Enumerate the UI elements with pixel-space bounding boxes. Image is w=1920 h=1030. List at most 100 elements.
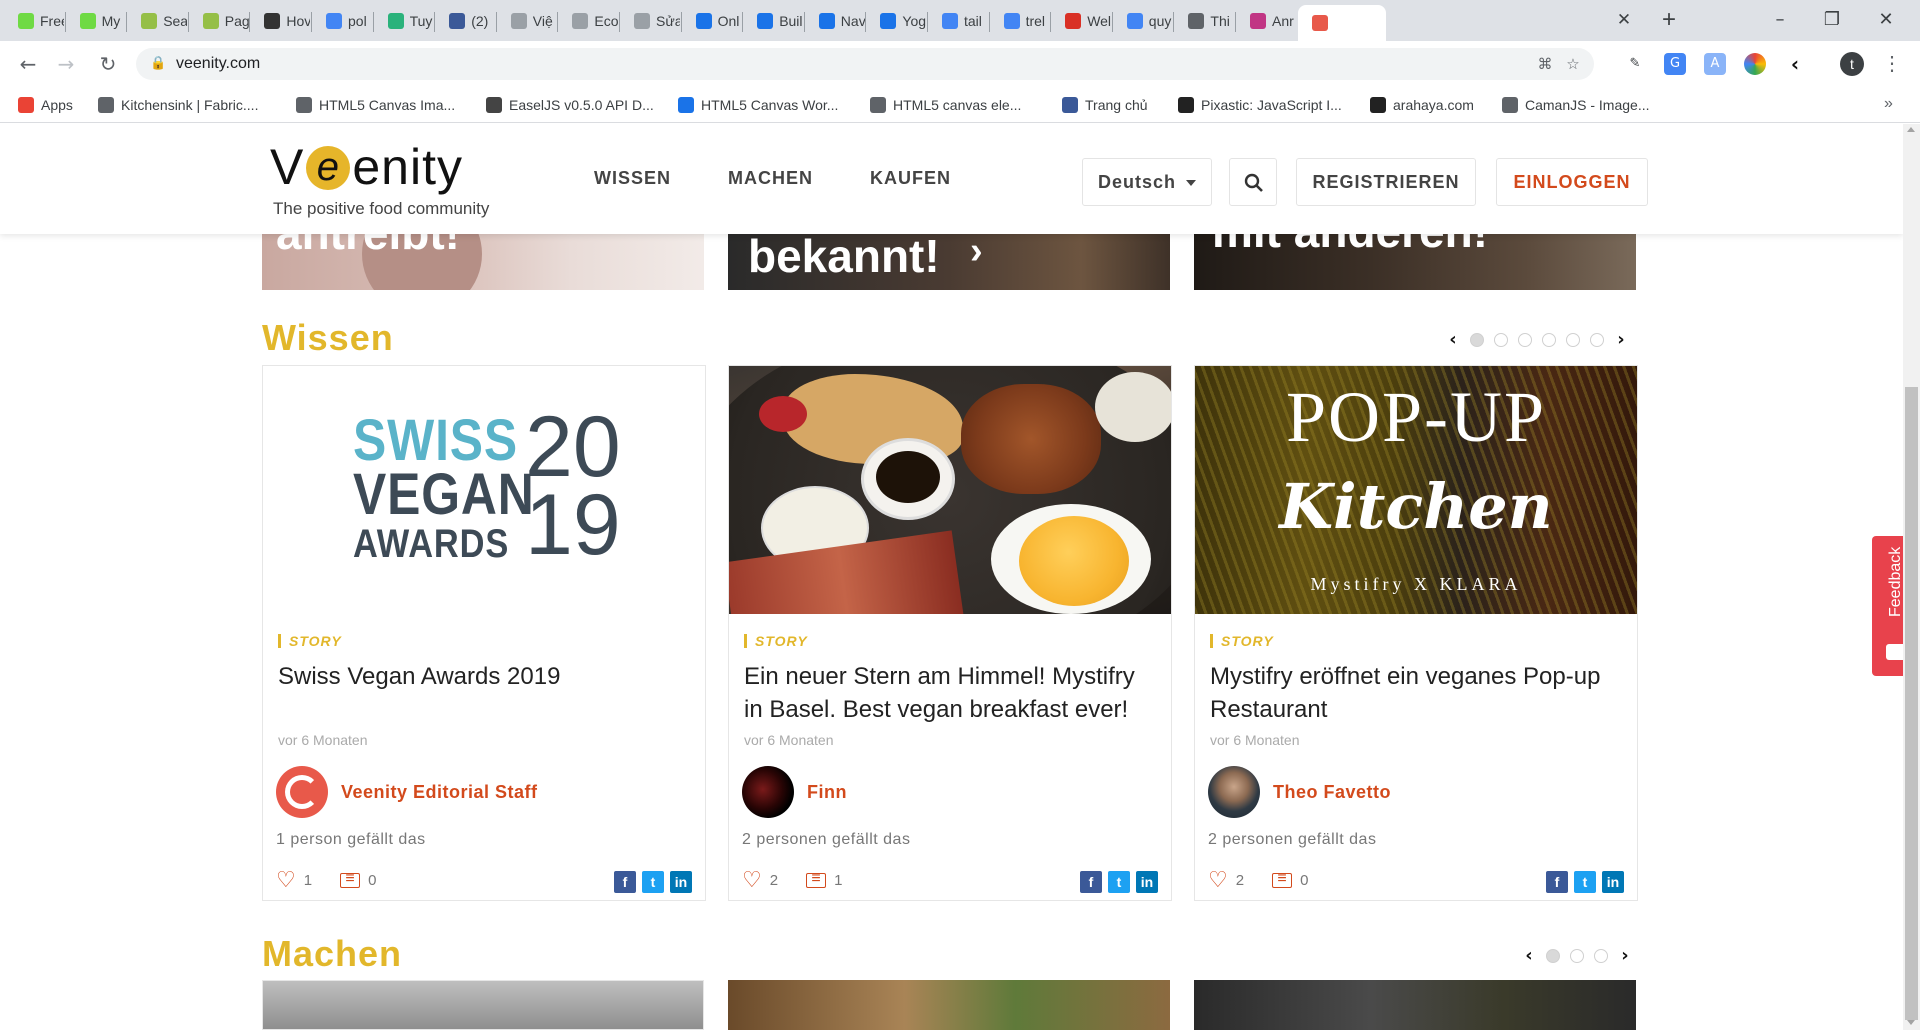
bookmark-item[interactable]: arahaya.com [1370,95,1474,115]
card-category[interactable]: STORY [1210,634,1274,648]
nav-machen[interactable]: MACHEN [728,168,813,189]
nav-wissen[interactable]: WISSEN [594,168,671,189]
profile-avatar[interactable]: t [1840,52,1864,76]
carousel-dot[interactable] [1546,948,1560,963]
bookmark-item[interactable]: CamanJS - Image... [1502,95,1650,115]
card-title[interactable]: Swiss Vegan Awards 2019 [278,660,688,693]
bookmark-item[interactable]: HTML5 Canvas Ima... [296,95,455,115]
bookmark-item[interactable]: Apps [18,95,73,115]
card-author[interactable]: Veenity Editorial Staff [341,782,538,803]
heart-icon[interactable]: ♡ [276,869,296,891]
browser-tab[interactable]: (2) [435,8,497,34]
carousel-dot[interactable] [1566,332,1580,347]
more-bookmarks-icon[interactable]: » [1884,95,1893,113]
login-button[interactable]: EINLOGGEN [1496,158,1648,206]
article-card[interactable]: STORY Ein neuer Stern am Himmel! Mystifr… [728,365,1172,901]
chevron-left-icon[interactable]: ‹ [1446,329,1460,350]
card-title[interactable]: Mystifry eröffnet ein veganes Pop-up Res… [1210,660,1620,726]
forward-icon[interactable]: → [52,50,80,78]
browser-tab[interactable]: Thi [1174,8,1236,34]
scroll-down-icon[interactable] [1907,1020,1915,1025]
linkedin-share-icon[interactable]: in [1602,871,1624,893]
hero-image-1[interactable]: antreibt! [262,234,704,290]
bookmark-item[interactable]: Trang chủ [1062,95,1148,115]
browser-tab[interactable]: Wel [1051,8,1113,34]
browser-tab[interactable]: Free [4,8,66,34]
facebook-share-icon[interactable]: f [1546,871,1568,893]
search-button[interactable] [1229,158,1277,206]
chevron-right-icon[interactable]: › [1618,945,1632,966]
card-author[interactable]: Finn [807,782,847,803]
card-image-swiss-vegan-awards[interactable]: SWISS VEGAN AWARDS 20 19 [263,366,705,614]
heart-icon[interactable]: ♡ [742,869,762,891]
browser-tab[interactable]: Anr [1236,8,1298,34]
browser-tab[interactable]: Tuy [374,8,436,34]
browser-tab[interactable]: Pag [189,8,251,34]
linkedin-share-icon[interactable]: in [1136,871,1158,893]
carousel-dot[interactable] [1542,332,1556,347]
browser-tab[interactable]: Việ [497,8,559,34]
eyedropper-extension-icon[interactable]: ✎ [1624,53,1646,75]
card-image-popup-kitchen[interactable]: POP-UP Kitchen Mystifry X KLARA [1195,366,1637,614]
maximize-icon[interactable]: ❐ [1812,6,1852,34]
card-author[interactable]: Theo Favetto [1273,782,1391,803]
bookmark-item[interactable]: Kitchensink | Fabric.... [98,95,258,115]
card-image-breakfast-plate[interactable] [729,366,1171,614]
browser-tab[interactable]: My [66,8,128,34]
scroll-up-icon[interactable] [1907,127,1915,132]
browser-tab[interactable]: quy [1113,8,1175,34]
comment-icon[interactable]: ≡ [806,870,827,888]
facebook-share-icon[interactable]: f [614,871,636,893]
twitter-share-icon[interactable]: t [642,871,664,893]
facebook-share-icon[interactable]: f [1080,871,1102,893]
code-extension-icon[interactable]: ‹ [1784,53,1806,75]
bookmark-item[interactable]: HTML5 canvas ele... [870,95,1021,115]
comment-icon[interactable]: ≡ [1272,870,1293,888]
page-scrollbar[interactable] [1903,124,1920,1030]
card-category[interactable]: STORY [278,634,342,648]
author-avatar[interactable] [742,766,794,818]
bookmark-item[interactable]: HTML5 Canvas Wor... [678,95,838,115]
browser-tab[interactable]: Yog [866,8,928,34]
comment-icon[interactable]: ≡ [340,870,361,888]
machen-card-image-1[interactable] [262,980,704,1030]
machen-card-image-2[interactable] [728,980,1170,1030]
tab-active[interactable] [1297,5,1386,41]
browser-tab[interactable]: trel [990,8,1052,34]
hero-image-3[interactable]: mit anderen! [1194,234,1636,290]
bookmark-item[interactable]: EaselJS v0.5.0 API D... [486,95,654,115]
carousel-dot[interactable] [1594,948,1608,963]
chrome-menu-icon[interactable]: ⋮ [1882,50,1902,78]
browser-tab[interactable]: pol [312,8,374,34]
carousel-dot[interactable] [1470,332,1484,347]
browser-tab[interactable]: Buil [743,8,805,34]
article-card[interactable]: POP-UP Kitchen Mystifry X KLARA STORY My… [1194,365,1638,901]
carousel-dot[interactable] [1590,332,1604,347]
author-avatar[interactable] [276,766,328,818]
veenity-logo[interactable]: Ve enity [270,138,463,196]
minimize-icon[interactable]: – [1760,6,1800,34]
address-bar[interactable]: 🔒 veenity.com ⌘ ☆ [136,48,1594,80]
back-icon[interactable]: ← [14,50,42,78]
chevron-right-icon[interactable]: › [1614,329,1628,350]
heart-icon[interactable]: ♡ [1208,869,1228,891]
hero-image-2[interactable]: bekannt! › [728,234,1170,290]
reload-icon[interactable]: ↻ [94,50,122,78]
font-extension-icon[interactable]: A [1704,53,1726,75]
bookmark-item[interactable]: Pixastic: JavaScript I... [1178,95,1342,115]
carousel-dot[interactable] [1494,332,1508,347]
browser-tab[interactable]: Onl [682,8,744,34]
url-text[interactable]: veenity.com [176,55,260,73]
browser-tab[interactable]: Sửa [620,8,682,34]
linkedin-share-icon[interactable]: in [670,871,692,893]
twitter-share-icon[interactable]: t [1108,871,1130,893]
register-button[interactable]: REGISTRIEREN [1296,158,1476,206]
machen-card-image-3[interactable] [1194,980,1636,1030]
browser-tab[interactable]: Sea [127,8,189,34]
color-picker-extension-icon[interactable] [1744,53,1766,75]
translate-icon[interactable]: ⌘ [1536,55,1554,73]
language-select[interactable]: Deutsch [1082,158,1212,206]
close-window-icon[interactable]: ✕ [1866,6,1906,34]
author-avatar[interactable] [1208,766,1260,818]
google-translate-extension-icon[interactable]: G [1664,53,1686,75]
